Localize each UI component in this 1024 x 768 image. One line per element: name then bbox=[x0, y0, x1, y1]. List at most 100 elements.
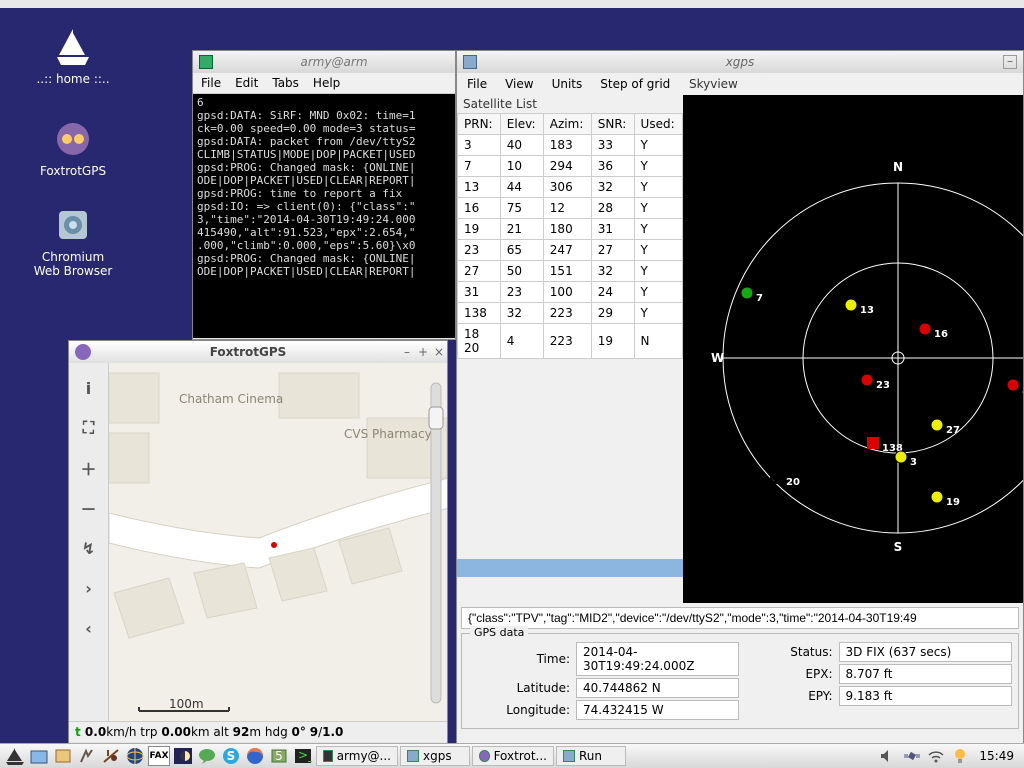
xgps-titlebar[interactable]: xgps – bbox=[457, 51, 1023, 73]
foxtrot-icon bbox=[75, 344, 91, 360]
menu-file[interactable]: File bbox=[467, 77, 487, 91]
zoom-out-button[interactable]: － bbox=[78, 497, 100, 519]
terminal-title: army@arm bbox=[219, 55, 449, 69]
foxtrot-statusbar: t 0.0km/h trp 0.00km alt 92m hdg 0° 9/1.… bbox=[69, 721, 447, 742]
satellite-marker: 31 bbox=[1007, 379, 1023, 396]
menu-help[interactable]: Help bbox=[313, 76, 340, 90]
minimize-button[interactable]: – bbox=[399, 345, 415, 359]
next-button[interactable]: › bbox=[78, 577, 100, 599]
gps-data-label: GPS data bbox=[470, 626, 528, 639]
taskbar-task-run[interactable]: Run bbox=[556, 746, 626, 766]
terminal-window[interactable]: army@arm File Edit Tabs Help 6 gpsd:DATA… bbox=[192, 50, 456, 340]
info-button[interactable]: i bbox=[78, 377, 100, 399]
track-button[interactable]: ↯ bbox=[78, 537, 100, 559]
tray-satellite-icon[interactable] bbox=[901, 746, 923, 766]
app-icon[interactable] bbox=[76, 746, 98, 766]
table-row[interactable]: 192118031Y bbox=[458, 219, 683, 240]
status-prefix: t bbox=[75, 725, 85, 739]
tpv-json-line[interactable]: {"class":"TPV","tag":"MID2","device":"/d… bbox=[461, 607, 1019, 629]
skyview-pane: Skyview N S W 7131623271383201931 bbox=[683, 95, 1023, 603]
minimize-button[interactable]: – bbox=[1003, 55, 1017, 69]
terminal-icon bbox=[199, 55, 213, 69]
maximize-button[interactable]: + bbox=[415, 345, 431, 359]
taskbar-task-terminal[interactable]: army@... bbox=[316, 746, 398, 766]
column-header[interactable]: PRN: bbox=[458, 114, 501, 135]
table-row[interactable]: 312310024Y bbox=[458, 282, 683, 303]
satellite-marker: 7 bbox=[741, 287, 763, 304]
satellite-table: PRN:Elev:Azim:SNR:Used: 34018333Y7102943… bbox=[457, 113, 683, 359]
svg-text:S: S bbox=[227, 749, 236, 763]
column-header[interactable]: SNR: bbox=[591, 114, 634, 135]
desktop-icon-home[interactable]: ..:: home ::.. bbox=[28, 26, 118, 86]
selection-bar bbox=[457, 559, 683, 577]
zoom-slider-track[interactable] bbox=[431, 383, 441, 703]
satellite-marker: 13 bbox=[845, 299, 874, 316]
app-icon[interactable]: 5 bbox=[268, 746, 290, 766]
map-canvas[interactable]: Chatham Cinema CVS Pharmacy 100m bbox=[109, 363, 447, 721]
map-area[interactable]: i ⛶ ＋ － ↯ › ‹ Chatham Cinema CVS Pharmacy 100m bbox=[69, 363, 447, 721]
svg-text:16: 16 bbox=[934, 329, 948, 340]
menu-stepgrid[interactable]: Step of grid bbox=[600, 77, 670, 91]
table-row[interactable]: 1383222329Y bbox=[458, 303, 683, 324]
menu-units[interactable]: Units bbox=[552, 77, 583, 91]
taskbar[interactable]: FAX S 5 >_ army@... xgps Foxtrot... Run … bbox=[0, 743, 1024, 768]
taskbar-task-xgps[interactable]: xgps bbox=[400, 746, 470, 766]
svg-text:13: 13 bbox=[860, 305, 874, 316]
gps-data-group: GPS data Time:2014-04-30T19:49:24.000ZLa… bbox=[461, 633, 1019, 729]
skype-icon[interactable]: S bbox=[220, 746, 242, 766]
table-row[interactable]: 34018333Y bbox=[458, 135, 683, 156]
filemanager-icon[interactable] bbox=[28, 746, 50, 766]
satellite-pane: Satellite List PRN:Elev:Azim:SNR:Used: 3… bbox=[457, 95, 683, 603]
tray-wifi-icon[interactable] bbox=[925, 746, 947, 766]
app-icon[interactable] bbox=[100, 746, 122, 766]
fullscreen-button[interactable]: ⛶ bbox=[78, 417, 100, 439]
column-header[interactable]: Used: bbox=[634, 114, 682, 135]
table-row[interactable]: 236524727Y bbox=[458, 240, 683, 261]
column-header[interactable]: Elev: bbox=[500, 114, 543, 135]
table-row[interactable]: 134430632Y bbox=[458, 177, 683, 198]
xgps-window[interactable]: xgps – File View Units Step of grid Sate… bbox=[456, 50, 1024, 748]
table-row[interactable]: 275015132Y bbox=[458, 261, 683, 282]
prev-button[interactable]: ‹ bbox=[78, 617, 100, 639]
zoom-in-button[interactable]: ＋ bbox=[78, 457, 100, 479]
sailboat-icon bbox=[28, 26, 118, 68]
skyview-plot: N S W 7131623271383201931 bbox=[683, 95, 1023, 603]
compass-w: W bbox=[711, 351, 724, 365]
foxtrot-titlebar[interactable]: FoxtrotGPS – + × bbox=[69, 341, 447, 363]
taskbar-clock[interactable]: 15:49 bbox=[973, 749, 1020, 763]
globe-icon[interactable] bbox=[124, 746, 146, 766]
firefox-icon[interactable] bbox=[244, 746, 266, 766]
stellarium-icon[interactable] bbox=[172, 746, 194, 766]
app-icon[interactable] bbox=[52, 746, 74, 766]
tray-bulb-icon[interactable] bbox=[949, 746, 971, 766]
gps-field: Status:3D FIX (637 secs) bbox=[769, 642, 1012, 662]
svg-text:7: 7 bbox=[756, 293, 763, 304]
menu-file[interactable]: File bbox=[201, 76, 221, 90]
column-header[interactable]: Azim: bbox=[543, 114, 591, 135]
menu-tabs[interactable]: Tabs bbox=[272, 76, 299, 90]
table-row[interactable]: 71029436Y bbox=[458, 156, 683, 177]
table-row[interactable]: 1820422319N bbox=[458, 324, 683, 359]
chat-icon[interactable] bbox=[196, 746, 218, 766]
tray-volume-icon[interactable] bbox=[877, 746, 899, 766]
foxtrotgps-window[interactable]: FoxtrotGPS – + × i ⛶ ＋ － ↯ › ‹ Chatham Cinema … bbox=[68, 340, 448, 745]
zoom-slider-thumb[interactable] bbox=[429, 407, 443, 429]
menu-edit[interactable]: Edit bbox=[235, 76, 258, 90]
close-button[interactable]: × bbox=[431, 345, 447, 359]
terminal-output[interactable]: 6 gpsd:DATA: SiRF: MND 0x02: time=1 ck=0… bbox=[193, 94, 455, 338]
desktop-icon-label: Chromium Web Browser bbox=[28, 250, 118, 278]
launcher-icon[interactable] bbox=[4, 746, 26, 766]
taskbar-task-foxtrot[interactable]: Foxtrot... bbox=[472, 746, 554, 766]
desktop-icon-foxtrotgps[interactable]: FoxtrotGPS bbox=[28, 118, 118, 178]
compass-s: S bbox=[894, 540, 903, 554]
table-row[interactable]: 16751228Y bbox=[458, 198, 683, 219]
top-titlebar bbox=[0, 0, 1024, 8]
gps-field: EPX:8.707 ft bbox=[769, 664, 1012, 684]
fax-icon[interactable]: FAX bbox=[148, 746, 170, 766]
terminal-titlebar[interactable]: army@arm bbox=[193, 51, 455, 73]
terminal-launcher-icon[interactable]: >_ bbox=[292, 746, 314, 766]
gps-field: EPY:9.183 ft bbox=[769, 686, 1012, 706]
menu-view[interactable]: View bbox=[505, 77, 533, 91]
svg-text:31: 31 bbox=[1022, 385, 1023, 396]
desktop-icon-chromium[interactable]: Chromium Web Browser bbox=[28, 204, 118, 278]
